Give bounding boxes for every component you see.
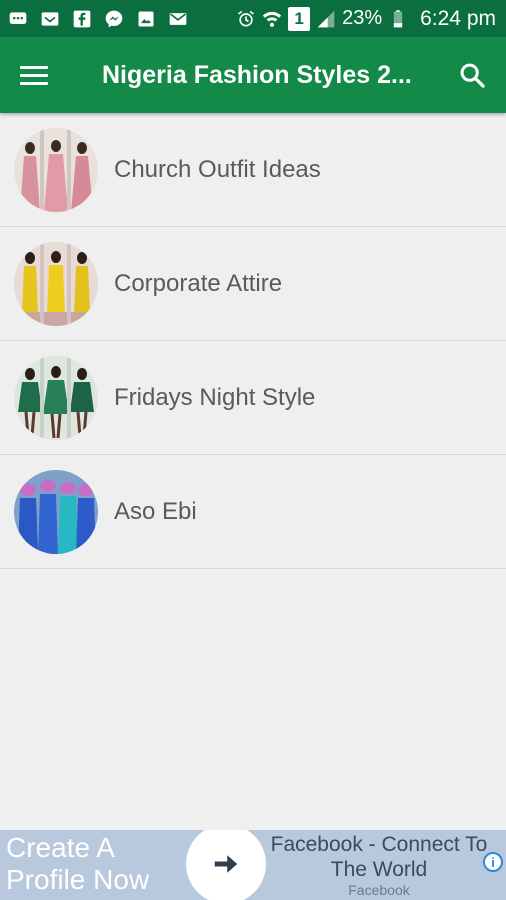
list-item[interactable]: Fridays Night Style (0, 341, 506, 455)
ad-banner[interactable]: Create A Profile Now Facebook - Connect … (0, 830, 506, 900)
hamburger-menu-icon[interactable] (20, 60, 54, 90)
list-item[interactable]: Church Outfit Ideas (0, 113, 506, 227)
system-status: 1 23% 6:24 pm (236, 6, 506, 31)
signal-icon (316, 9, 336, 29)
email-icon (168, 9, 188, 29)
facebook-icon (72, 9, 92, 29)
mail-icon (40, 9, 60, 29)
category-thumbnail (14, 469, 98, 554)
messenger-icon (104, 9, 124, 29)
ad-sponsor: Facebook (348, 882, 410, 898)
list-item-label: Fridays Night Style (114, 383, 316, 411)
battery-icon (388, 9, 408, 29)
app-title: Nigeria Fashion Styles 2... (102, 60, 412, 89)
info-icon[interactable]: i (483, 852, 503, 872)
image-icon (136, 9, 156, 29)
category-thumbnail (14, 241, 98, 326)
category-thumbnail (14, 127, 98, 212)
clock: 6:24 pm (420, 6, 496, 30)
category-thumbnail (14, 355, 98, 440)
list-item-label: Church Outfit Ideas (114, 155, 321, 183)
sim-icon: 1 (288, 6, 311, 31)
category-list: Church Outfit Ideas Corporate Attire Fri… (0, 113, 506, 569)
ad-arrow-icon[interactable] (186, 830, 266, 900)
search-icon[interactable] (456, 59, 488, 91)
chat-icon (8, 9, 28, 29)
ad-title[interactable]: Facebook - Connect To The World (266, 832, 492, 882)
list-item[interactable]: Aso Ebi (0, 455, 506, 569)
list-item[interactable]: Corporate Attire (0, 227, 506, 341)
battery-percent: 23% (342, 7, 383, 29)
list-item-label: Corporate Attire (114, 269, 283, 297)
notification-icons (0, 9, 188, 29)
app-bar: Nigeria Fashion Styles 2... (0, 37, 506, 113)
wifi-icon (262, 9, 282, 29)
alarm-icon (236, 9, 256, 29)
status-bar: 1 23% 6:24 pm (0, 0, 506, 37)
list-item-label: Aso Ebi (114, 497, 197, 525)
ad-headline[interactable]: Create A Profile Now (6, 832, 149, 896)
